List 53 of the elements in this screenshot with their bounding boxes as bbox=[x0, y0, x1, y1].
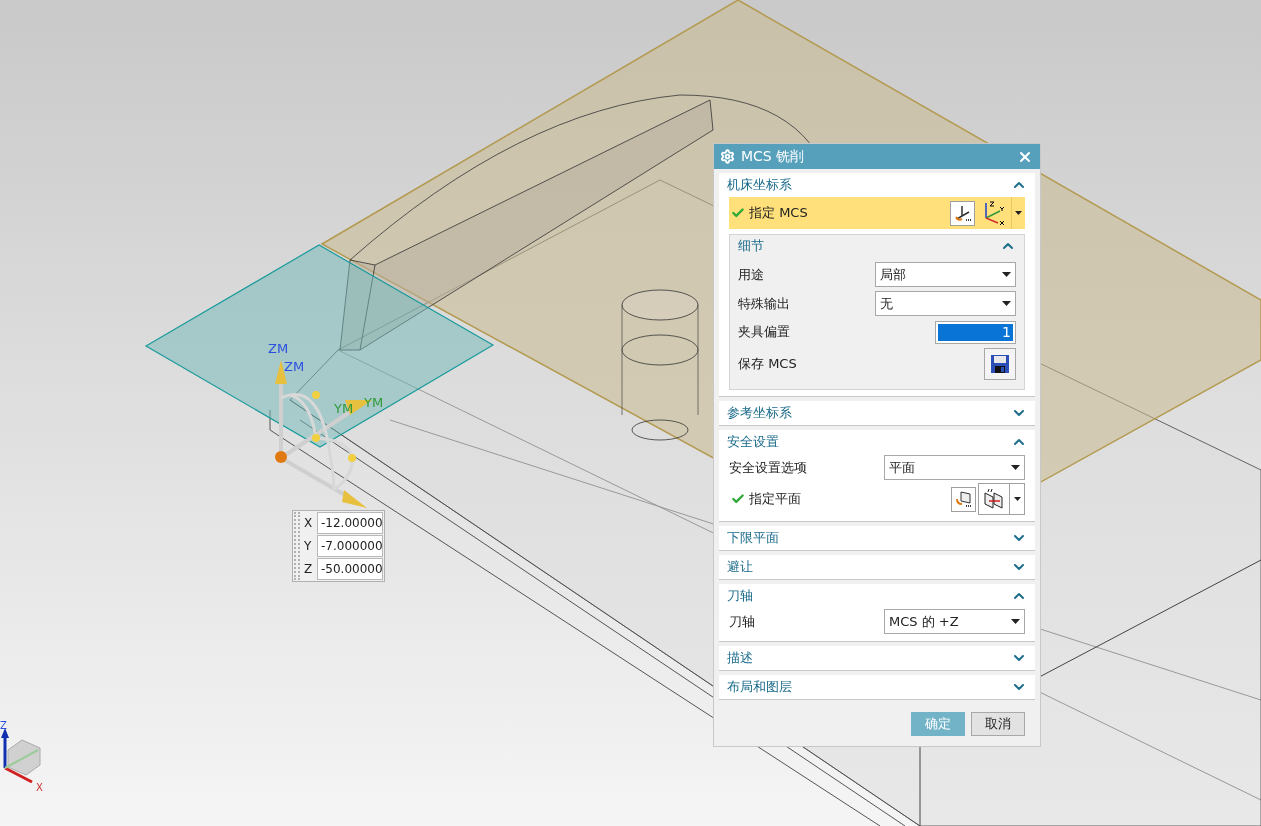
axis-label: ZM bbox=[284, 360, 305, 374]
section-title[interactable]: 布局和图层 bbox=[727, 677, 792, 697]
number-field[interactable]: 1 bbox=[935, 320, 1016, 344]
caret-icon bbox=[1013, 497, 1021, 501]
caret-icon bbox=[1002, 301, 1011, 306]
dropdown-field[interactable]: 局部 bbox=[875, 262, 1016, 287]
section-title[interactable]: 安全设置 bbox=[727, 432, 779, 452]
step-label: 指定 MCS bbox=[749, 204, 808, 223]
csys-dialog-icon bbox=[953, 204, 972, 222]
caret-icon bbox=[1002, 272, 1011, 277]
dropdown-field[interactable]: 无 bbox=[875, 291, 1016, 316]
save-button[interactable] bbox=[984, 348, 1016, 380]
axis-label: ZM bbox=[268, 342, 289, 356]
field-label: 刀轴 bbox=[729, 612, 755, 631]
section-title[interactable]: 刀轴 bbox=[727, 586, 753, 606]
section-title[interactable]: 描述 bbox=[727, 648, 753, 668]
dropdown-field[interactable]: 平面 bbox=[884, 455, 1025, 480]
field-label: 夹具偏置 bbox=[738, 323, 790, 342]
axis-label: Z bbox=[0, 720, 7, 731]
section-title[interactable]: 参考坐标系 bbox=[727, 403, 792, 423]
dialog-title: MCS 铣削 bbox=[741, 147, 805, 166]
coordinate-field[interactable]: -7.000000 bbox=[317, 535, 383, 557]
caret-icon bbox=[1011, 619, 1020, 624]
coordinate-field[interactable]: -12.00000 bbox=[317, 512, 383, 534]
plane-dialog-button[interactable] bbox=[951, 486, 976, 512]
view-triad-drawing bbox=[1, 728, 41, 784]
csys-dialog-button[interactable] bbox=[950, 200, 975, 226]
axis-label: YM bbox=[364, 396, 384, 410]
drag-handle-icon[interactable] bbox=[294, 512, 300, 580]
coordinate-label: X bbox=[304, 515, 314, 532]
caret-icon bbox=[1015, 211, 1022, 215]
cancel-button[interactable]: 取消 bbox=[971, 712, 1025, 736]
caret-icon bbox=[1011, 465, 1020, 470]
step-row[interactable]: 指定平面 bbox=[729, 483, 1025, 515]
section-title[interactable]: 机床坐标系 bbox=[727, 175, 792, 195]
settings-icon bbox=[720, 149, 735, 164]
field-label: 安全设置选项 bbox=[729, 458, 807, 477]
dropdown-button[interactable] bbox=[1011, 197, 1025, 229]
field-label: 特殊输出 bbox=[738, 294, 790, 313]
section-title[interactable]: 下限平面 bbox=[727, 528, 779, 548]
coordinate-field[interactable]: -50.00000 bbox=[317, 558, 383, 580]
parallel-planes-icon bbox=[982, 487, 1006, 511]
field-label: 用途 bbox=[738, 265, 764, 284]
axis-label: X bbox=[36, 782, 43, 793]
coordinate-label: Z bbox=[304, 561, 314, 578]
dropdown-field[interactable]: MCS 的 +Z bbox=[884, 609, 1025, 634]
field-label: 保存 MCS bbox=[738, 355, 797, 374]
coordinate-label: Y bbox=[304, 538, 313, 555]
section-title[interactable]: 避让 bbox=[727, 557, 753, 577]
group-title[interactable]: 细节 bbox=[738, 236, 764, 256]
step-label: 指定平面 bbox=[749, 490, 801, 509]
selected-step-row[interactable]: 指定 MCS bbox=[729, 197, 1025, 229]
plane-dialog-icon bbox=[954, 490, 973, 508]
